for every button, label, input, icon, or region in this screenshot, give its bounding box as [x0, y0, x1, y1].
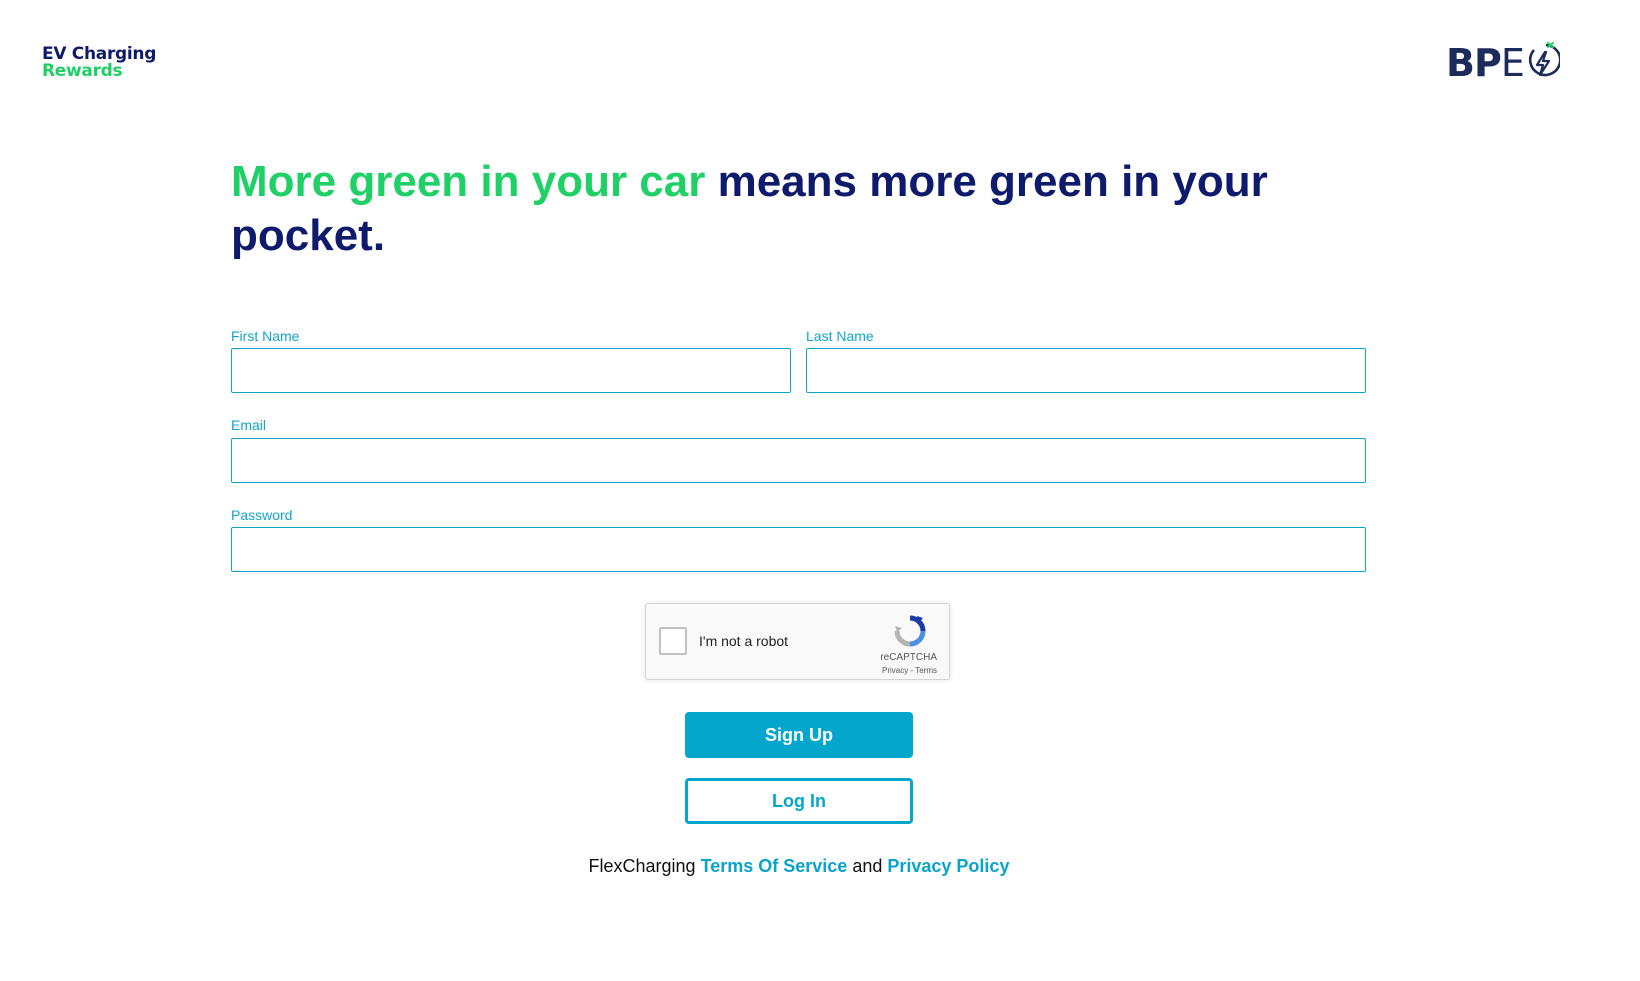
last-name-label: Last Name — [806, 328, 874, 344]
email-label: Email — [231, 417, 267, 433]
password-label: Password — [231, 507, 293, 523]
footer-and: and — [847, 856, 888, 876]
footer-prefix: FlexCharging — [588, 856, 701, 876]
lightning-circle-icon — [1526, 41, 1562, 86]
recaptcha-brand: reCAPTCHA — [880, 652, 937, 663]
log-in-button[interactable]: Log In — [685, 778, 913, 824]
recaptcha-links[interactable]: Privacy - Terms — [882, 666, 937, 675]
bpe-logo-bold: BP — [1446, 41, 1502, 85]
password-field[interactable] — [231, 527, 1366, 572]
page-headline: More green in your car means more green … — [231, 155, 1331, 263]
recaptcha-widget: I'm not a robot reCAPTCHA Privacy - Term… — [645, 603, 950, 680]
privacy-policy-link[interactable]: Privacy Policy — [887, 856, 1009, 876]
bpe-logo: BPE — [1446, 41, 1562, 86]
last-name-field[interactable] — [806, 348, 1366, 393]
recaptcha-checkbox[interactable] — [659, 627, 687, 655]
recaptcha-icon — [893, 614, 927, 653]
sign-up-button[interactable]: Sign Up — [685, 712, 913, 758]
bpe-logo-text: BPE — [1446, 41, 1525, 85]
email-field[interactable] — [231, 438, 1366, 483]
headline-green-part: More green in your car — [231, 157, 706, 206]
ev-charging-rewards-logo[interactable]: EV Charging Rewards — [42, 46, 156, 80]
bpe-logo-light: E — [1500, 41, 1525, 85]
signup-page: EV Charging Rewards BPE More green in yo… — [0, 0, 1640, 981]
legal-footer: FlexCharging Terms Of Service and Privac… — [0, 856, 1598, 877]
recaptcha-label: I'm not a robot — [699, 633, 789, 649]
terms-of-service-link[interactable]: Terms Of Service — [701, 856, 848, 876]
first-name-label: First Name — [231, 328, 300, 344]
logo-line-2: Rewards — [42, 61, 123, 81]
first-name-field[interactable] — [231, 348, 791, 393]
